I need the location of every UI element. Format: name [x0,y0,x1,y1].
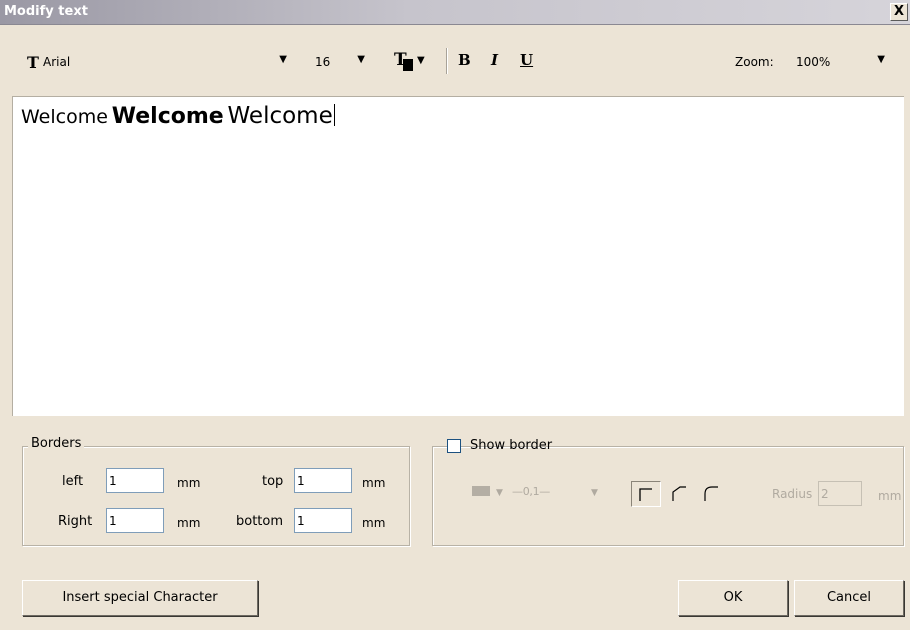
close-button[interactable]: X [890,3,908,21]
chevron-down-icon: ▼ [877,54,885,65]
radius-input[interactable] [818,481,862,506]
chevron-down-icon: ▼ [357,54,365,65]
title-bar: Modify text X [0,0,910,25]
chevron-down-icon: ▼ [279,54,287,65]
close-icon: X [893,4,905,19]
editor-word: Welcome [111,104,224,129]
font-family-dropdown[interactable]: T Arial ▼ [24,50,288,74]
zoom-dropdown[interactable]: 100% ▼ [790,50,890,74]
italic-button[interactable]: I [491,51,498,69]
font-type-icon: T [27,53,39,72]
toolbar-separator [446,48,448,74]
underline-button[interactable]: U [520,51,533,69]
ok-button[interactable]: OK [678,580,788,616]
top-margin-input[interactable] [294,468,352,493]
line-width-dropdown[interactable]: —0,1— [512,485,550,498]
top-unit: mm [362,476,386,490]
font-size-value: 16 [315,55,331,69]
font-size-dropdown[interactable]: 16 ▼ [312,50,368,74]
zoom-label: Zoom: [735,55,774,69]
zoom-value: 100% [796,55,831,69]
left-unit: mm [177,476,201,490]
font-family-value: Arial [43,55,71,69]
editor-text-line: Welcome Welcome Welcome [21,103,335,129]
show-border-checkbox[interactable] [447,439,461,453]
left-label: left [62,474,84,489]
border-color-dropdown[interactable] [472,486,490,496]
insert-special-character-button[interactable]: Insert special Character [22,580,258,616]
line-width-value: 0,1 [522,485,540,498]
top-label: top [262,474,284,489]
radius-unit: mm [878,489,902,503]
text-color-swatch [403,59,413,71]
bold-button[interactable]: B [458,51,471,69]
formatting-toolbar: T Arial ▼ 16 ▼ T ▼ B I U Zoom: 100% ▼ [14,42,904,92]
chevron-down-icon: ▼ [591,488,598,498]
bottom-unit: mm [362,516,386,530]
text-color-button[interactable]: T ▼ [390,50,426,74]
left-margin-input[interactable] [106,468,164,493]
bottom-margin-input[interactable] [294,508,352,533]
editor-word: Welcome [227,103,333,129]
chevron-down-icon: ▼ [496,488,503,498]
right-unit: mm [177,516,201,530]
chevron-down-icon: ▼ [417,55,425,66]
text-editor[interactable]: Welcome Welcome Welcome [12,96,904,416]
square-corner-icon [639,488,652,501]
window-title: Modify text [4,4,88,19]
editor-word: Welcome [21,106,108,128]
cancel-button[interactable]: Cancel [794,580,904,616]
borders-legend: Borders [28,436,85,451]
bevel-corner-icon[interactable] [671,486,687,502]
right-label: Right [58,514,93,529]
text-caret [333,104,335,126]
radius-label: Radius [772,487,813,501]
round-corner-icon[interactable] [703,486,719,502]
square-corner-button[interactable] [631,481,661,507]
show-border-label[interactable]: Show border [470,438,552,453]
right-margin-input[interactable] [106,508,164,533]
bottom-label: bottom [236,514,284,529]
